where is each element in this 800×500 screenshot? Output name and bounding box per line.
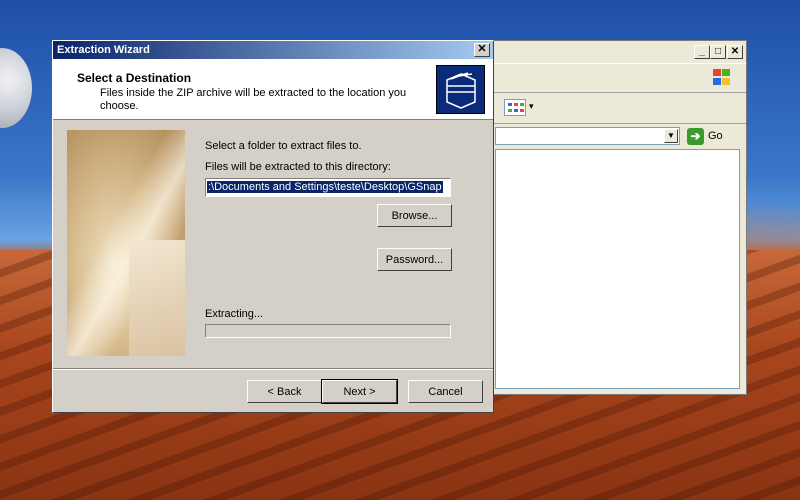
maximize-button[interactable]: □ bbox=[710, 45, 726, 59]
extraction-progress-bar bbox=[205, 324, 451, 338]
wizard-header-subtitle: Files inside the ZIP archive will be ext… bbox=[100, 87, 407, 112]
explorer-toolbar: ▾ bbox=[491, 93, 746, 124]
cancel-button[interactable]: Cancel bbox=[408, 380, 483, 403]
destination-path-input[interactable]: :\Documents and Settings\teste\Desktop\G… bbox=[205, 178, 451, 197]
moon bbox=[0, 48, 32, 128]
directory-label: Files will be extracted to this director… bbox=[205, 161, 391, 173]
folder-icon bbox=[436, 65, 485, 114]
close-button[interactable]: ✕ bbox=[727, 45, 743, 59]
windows-logo-icon bbox=[712, 68, 732, 86]
back-button[interactable]: < Back bbox=[247, 380, 322, 403]
views-icon[interactable] bbox=[504, 99, 526, 116]
explorer-content-pane[interactable] bbox=[495, 149, 740, 389]
address-input[interactable]: ▼ bbox=[495, 127, 680, 145]
address-dropdown-button[interactable]: ▼ bbox=[664, 129, 678, 143]
explorer-window: _ □ ✕ ▾ ▼ ➔ Go bbox=[490, 40, 747, 395]
address-bar: ▼ ➔ Go bbox=[491, 124, 746, 150]
select-folder-label: Select a folder to extract files to. bbox=[205, 140, 362, 152]
footer-divider bbox=[53, 368, 493, 370]
next-button[interactable]: Next > bbox=[321, 379, 398, 404]
destination-path-text: :\Documents and Settings\teste\Desktop\G… bbox=[207, 181, 443, 193]
wizard-header: Select a Destination Files inside the ZI… bbox=[53, 59, 493, 120]
wizard-titlebar: Extraction Wizard ✕ bbox=[53, 41, 493, 59]
explorer-titlebar: _ □ ✕ bbox=[491, 41, 746, 63]
extracting-label: Extracting... bbox=[205, 308, 264, 320]
wizard-close-button[interactable]: ✕ bbox=[474, 43, 490, 57]
go-label: Go bbox=[708, 130, 723, 142]
explorer-menubar bbox=[491, 63, 746, 93]
views-dropdown-icon[interactable]: ▾ bbox=[529, 101, 534, 112]
go-button[interactable]: ➔ Go bbox=[687, 127, 723, 145]
wizard-title: Extraction Wizard bbox=[57, 44, 150, 56]
wizard-side-image bbox=[67, 130, 185, 356]
paper-image bbox=[129, 240, 185, 356]
wizard-header-title: Select a Destination bbox=[77, 71, 192, 85]
password-button[interactable]: Password... bbox=[377, 248, 452, 271]
go-arrow-icon: ➔ bbox=[687, 127, 704, 145]
browse-button[interactable]: Browse... bbox=[377, 204, 452, 227]
minimize-button[interactable]: _ bbox=[694, 45, 710, 59]
extraction-wizard-dialog: Extraction Wizard ✕ Select a Destination… bbox=[52, 40, 494, 413]
